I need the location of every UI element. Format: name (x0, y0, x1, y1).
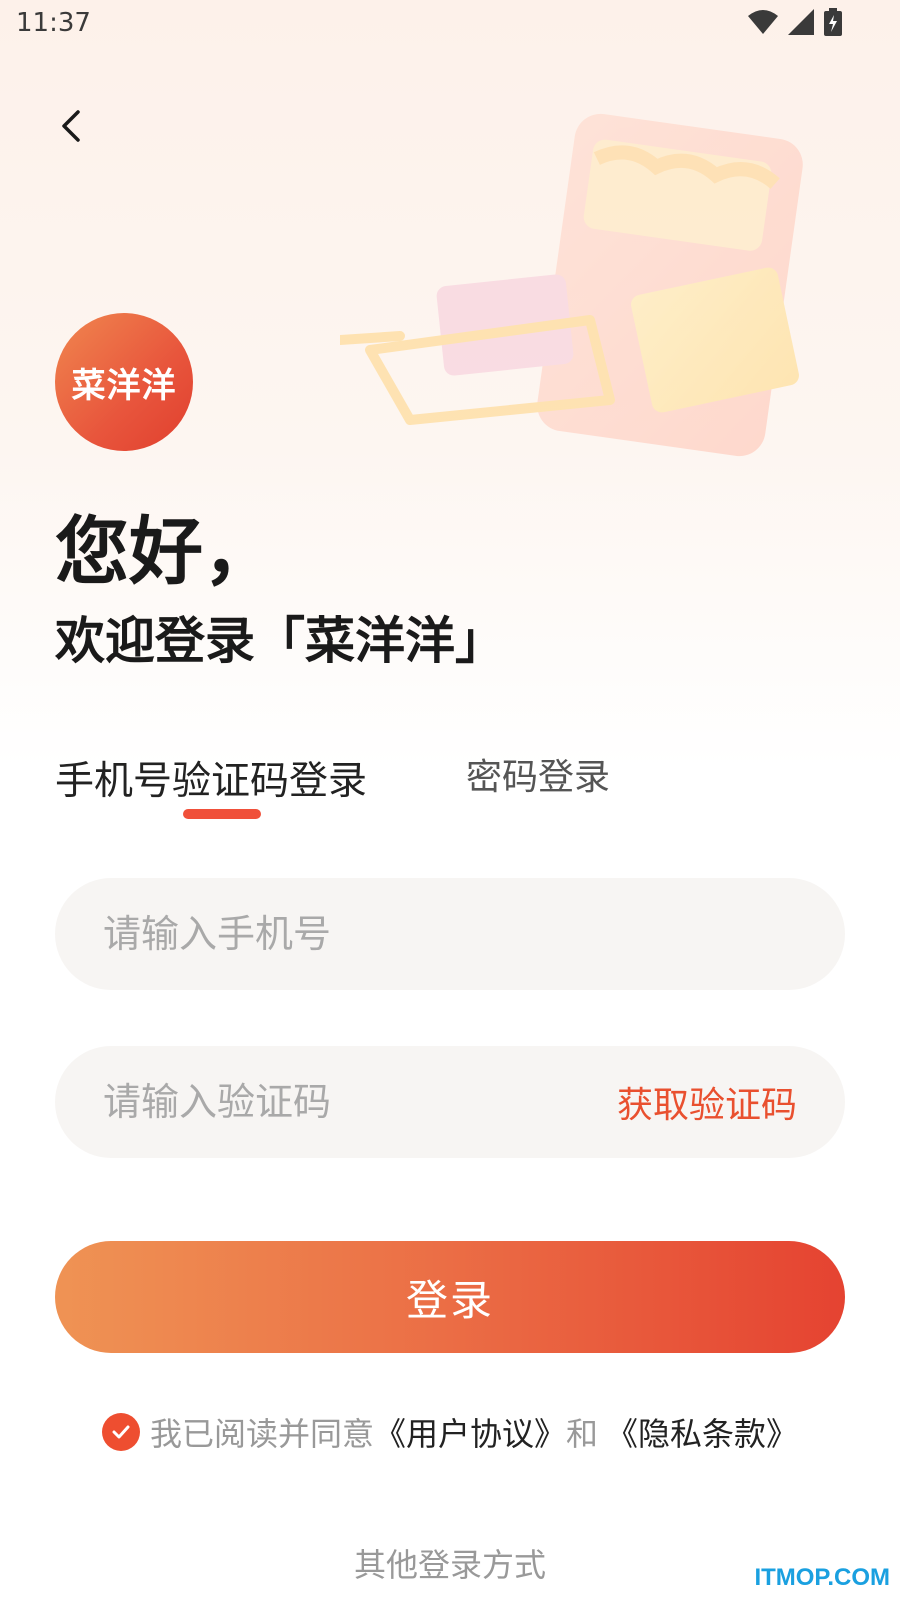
verification-code-input[interactable] (103, 1080, 617, 1124)
agreement-connector: 和 (566, 1415, 599, 1453)
agreement-checkbox[interactable] (102, 1413, 140, 1451)
get-code-button[interactable]: 获取验证码 (617, 1076, 797, 1128)
signal-icon (788, 9, 814, 35)
hero-illustration (335, 110, 840, 460)
wifi-icon (748, 10, 778, 34)
logo-text: 菜洋洋 (71, 365, 177, 406)
code-field: 获取验证码 (55, 1046, 845, 1158)
greeting-subtitle: 欢迎登录「菜洋洋」 (55, 612, 505, 670)
back-arrow-icon (50, 110, 94, 152)
login-button[interactable]: 登录 (55, 1241, 845, 1353)
user-agreement-link[interactable]: 《用户协议》 (374, 1409, 566, 1455)
battery-icon (824, 8, 842, 36)
checkmark-icon (110, 1413, 132, 1451)
watermark: ITMOP.COM (754, 1564, 890, 1591)
phone-field (55, 878, 845, 990)
app-logo: 菜洋洋 (55, 313, 193, 451)
back-button[interactable] (50, 104, 94, 148)
agreement-prefix: 我已阅读并同意 (150, 1415, 375, 1453)
agreement-row: 我已阅读并同意 《用户协议》 和 《隐私条款》 (102, 1409, 798, 1455)
status-icons (748, 8, 842, 36)
privacy-policy-link[interactable]: 《隐私条款》 (606, 1409, 798, 1455)
phone-input[interactable] (103, 912, 797, 956)
status-time: 11:37 (16, 8, 91, 38)
tab-password-login[interactable]: 密码登录 (466, 748, 610, 800)
tab-sms-login[interactable]: 手机号验证码登录 (55, 750, 367, 806)
tab-active-indicator (183, 809, 261, 819)
greeting-title: 您好， (55, 509, 277, 595)
status-bar: 11:37 (0, 0, 900, 50)
